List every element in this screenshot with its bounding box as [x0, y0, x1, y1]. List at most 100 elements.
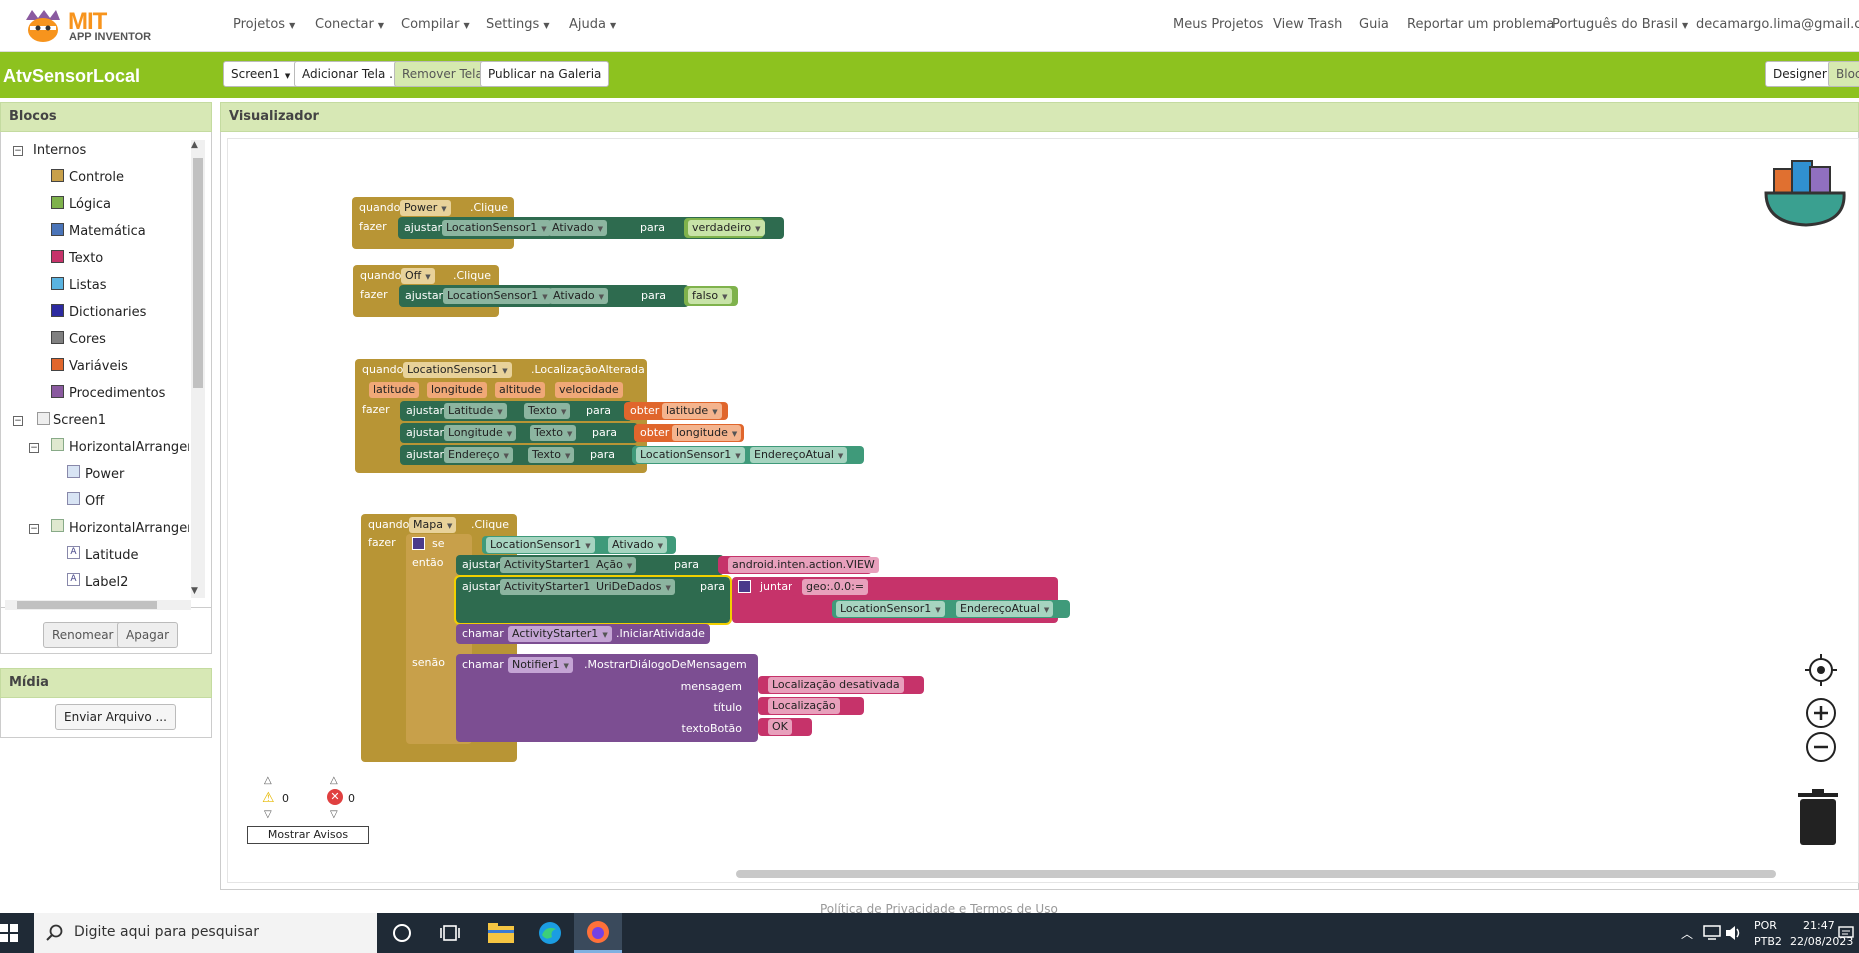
gear-mutator-icon[interactable] — [412, 537, 425, 550]
tree-item-texto[interactable]: Texto — [69, 251, 103, 266]
language-select[interactable]: Português do Brasil ▼ — [1552, 17, 1688, 32]
tree-item-logica[interactable]: Lógica — [69, 197, 111, 212]
component-dropdown[interactable]: Endereço ▼ — [444, 447, 513, 463]
file-explorer-icon[interactable] — [488, 922, 514, 944]
event-param[interactable]: velocidade — [555, 382, 623, 398]
tree-item-matematica[interactable]: Matemática — [69, 224, 146, 239]
text-string-block[interactable]: geo:.0.0:= — [792, 578, 872, 596]
cortana-icon[interactable] — [393, 924, 411, 942]
upload-file-button[interactable]: Enviar Arquivo ... — [55, 704, 176, 730]
delete-button[interactable]: Apagar — [117, 622, 179, 648]
collapse-toggle-icon[interactable]: − — [13, 146, 23, 156]
tree-screen1[interactable]: Screen1 — [53, 413, 106, 428]
edge-browser-icon[interactable] — [538, 921, 562, 945]
menu-settings[interactable]: Settings ▼ — [486, 17, 549, 32]
blocks-workspace[interactable]: quando Power ▼ .Clique fazer ajustar Loca… — [227, 138, 1859, 883]
logic-true-block[interactable]: verdadeiro ▼ — [684, 218, 765, 238]
taskbar-search[interactable]: Digite aqui para pesquisar — [34, 913, 377, 953]
logic-false-block[interactable]: falso ▼ — [684, 286, 738, 306]
text-value[interactable]: Localização — [768, 698, 840, 714]
tree-item-listas[interactable]: Listas — [69, 278, 106, 293]
zoom-in-icon[interactable] — [1804, 696, 1838, 730]
component-dropdown[interactable]: ActivityStarter1▼ — [500, 557, 604, 573]
error-prev-icon[interactable]: △ — [330, 775, 338, 786]
rename-button[interactable]: Renomear — [43, 622, 123, 648]
app-inventor-logo[interactable]: MIT APP INVENTOR — [22, 6, 162, 46]
property-dropdown[interactable]: Ação ▼ — [592, 557, 637, 573]
component-dropdown[interactable]: ActivityStarter1▼ — [500, 579, 604, 595]
property-dropdown[interactable]: Texto ▼ — [524, 403, 571, 419]
designer-button[interactable]: Designer — [1765, 61, 1835, 87]
task-view-icon[interactable] — [440, 924, 460, 942]
component-dropdown[interactable]: Latitude ▼ — [444, 403, 507, 419]
publish-gallery-button[interactable]: Publicar na Galeria — [480, 61, 610, 87]
center-workspace-icon[interactable] — [1804, 653, 1838, 687]
tree-horizontal-arrangement-2[interactable]: HorizontalArrangemen — [69, 521, 189, 536]
setter-block[interactable]: ajustar ActivityStarter1▼ Ação▼ para — [456, 555, 724, 575]
component-getter-block[interactable]: LocationSensor1 ▼ EndereçoAtual ▼ — [632, 446, 864, 464]
menu-help[interactable]: Ajuda ▼ — [569, 17, 616, 32]
text-value[interactable]: OK — [768, 719, 792, 735]
component-dropdown[interactable]: ActivityStarter1▼ — [508, 626, 612, 642]
input-language-1[interactable]: POR — [1754, 919, 1777, 932]
boolean-dropdown[interactable]: verdadeiro ▼ — [688, 220, 765, 236]
variable-dropdown[interactable]: latitude ▼ — [662, 403, 722, 419]
component-dropdown[interactable]: Mapa ▼ — [409, 517, 457, 533]
vertical-scrollbar[interactable]: ▲ ▼ — [191, 140, 205, 598]
tree-item-latitude[interactable]: Latitude — [85, 548, 139, 563]
component-getter-block[interactable]: LocationSensor1 ▼ Ativado ▼ — [482, 536, 676, 554]
get-variable-block[interactable]: obter latitude ▼ — [624, 402, 728, 420]
text-string-block[interactable]: Localização — [758, 697, 864, 715]
blocks-button[interactable]: Bloc — [1828, 61, 1859, 87]
link-guide[interactable]: Guia — [1359, 17, 1389, 32]
zoom-out-icon[interactable] — [1804, 730, 1838, 764]
windows-start-icon[interactable] — [0, 924, 18, 942]
tree-item-cores[interactable]: Cores — [69, 332, 106, 347]
variable-dropdown[interactable]: longitude ▼ — [672, 425, 742, 441]
component-getter-block[interactable]: LocationSensor1 ▼ EndereçoAtual ▼ — [832, 600, 1070, 618]
component-dropdown[interactable]: LocationSensor1 ▼ — [636, 447, 745, 463]
event-param[interactable]: longitude — [427, 382, 487, 398]
tree-item-controle[interactable]: Controle — [69, 170, 124, 185]
property-dropdown[interactable]: Texto ▼ — [530, 425, 577, 441]
text-value[interactable]: android.inten.action.VIEW — [728, 557, 879, 573]
call-method-block[interactable]: chamar ActivityStarter1 ▼ .IniciarAtivida… — [456, 624, 710, 644]
workspace-horizontal-scrollbar[interactable] — [736, 870, 1776, 878]
component-dropdown[interactable]: Longitude ▼ — [444, 425, 517, 441]
add-screen-button[interactable]: Adicionar Tela ... — [294, 61, 409, 87]
property-dropdown[interactable]: Texto ▼ — [528, 447, 575, 463]
tree-item-label2[interactable]: Label2 — [85, 575, 128, 590]
text-string-block[interactable]: OK — [758, 718, 812, 736]
text-string-block[interactable]: android.inten.action.VIEW — [718, 556, 879, 574]
warning-prev-icon[interactable]: △ — [264, 775, 272, 786]
tree-item-off[interactable]: Off — [85, 494, 104, 509]
collapse-toggle-icon[interactable]: − — [13, 416, 23, 426]
property-dropdown[interactable]: Ativado ▼ — [608, 537, 668, 553]
input-language-2[interactable]: PTB2 — [1754, 935, 1782, 948]
component-dropdown[interactable]: Off ▼ — [401, 268, 435, 284]
menu-projects[interactable]: Projetos ▼ — [233, 17, 295, 32]
gear-mutator-icon[interactable] — [738, 580, 751, 593]
taskbar-firefox-active[interactable] — [574, 913, 622, 953]
tree-item-variaveis[interactable]: Variáveis — [69, 359, 128, 374]
backpack-icon[interactable] — [1758, 149, 1854, 233]
screen-select[interactable]: Screen1 ▼ — [223, 61, 299, 87]
event-param[interactable]: latitude — [369, 382, 420, 398]
menu-build[interactable]: Compilar ▼ — [401, 17, 470, 32]
boolean-dropdown[interactable]: falso ▼ — [688, 288, 732, 304]
scrollbar-thumb[interactable] — [193, 158, 203, 388]
component-dropdown[interactable]: LocationSensor1 ▼ — [403, 362, 512, 378]
account-menu[interactable]: decamargo.lima@gmail.com — [1696, 17, 1859, 32]
component-dropdown[interactable]: Notifier1 ▼ — [508, 657, 573, 673]
trash-icon[interactable] — [1796, 789, 1840, 847]
notifications-icon[interactable] — [1838, 925, 1854, 941]
tree-item-dictionaries[interactable]: Dictionaries — [69, 305, 146, 320]
remove-screen-button[interactable]: Remover Tela — [394, 61, 491, 87]
network-icon[interactable] — [1703, 925, 1721, 941]
volume-icon[interactable] — [1725, 925, 1743, 941]
menu-connect[interactable]: Conectar ▼ — [315, 17, 384, 32]
component-dropdown[interactable]: LocationSensor1 ▼ — [486, 537, 595, 553]
text-value[interactable]: geo:.0.0:= — [802, 579, 869, 595]
call-notifier-block[interactable]: chamar Notifier1 ▼ .MostrarDiálogoDeMensa… — [456, 654, 758, 742]
property-dropdown[interactable]: EndereçoAtual ▼ — [956, 601, 1054, 617]
